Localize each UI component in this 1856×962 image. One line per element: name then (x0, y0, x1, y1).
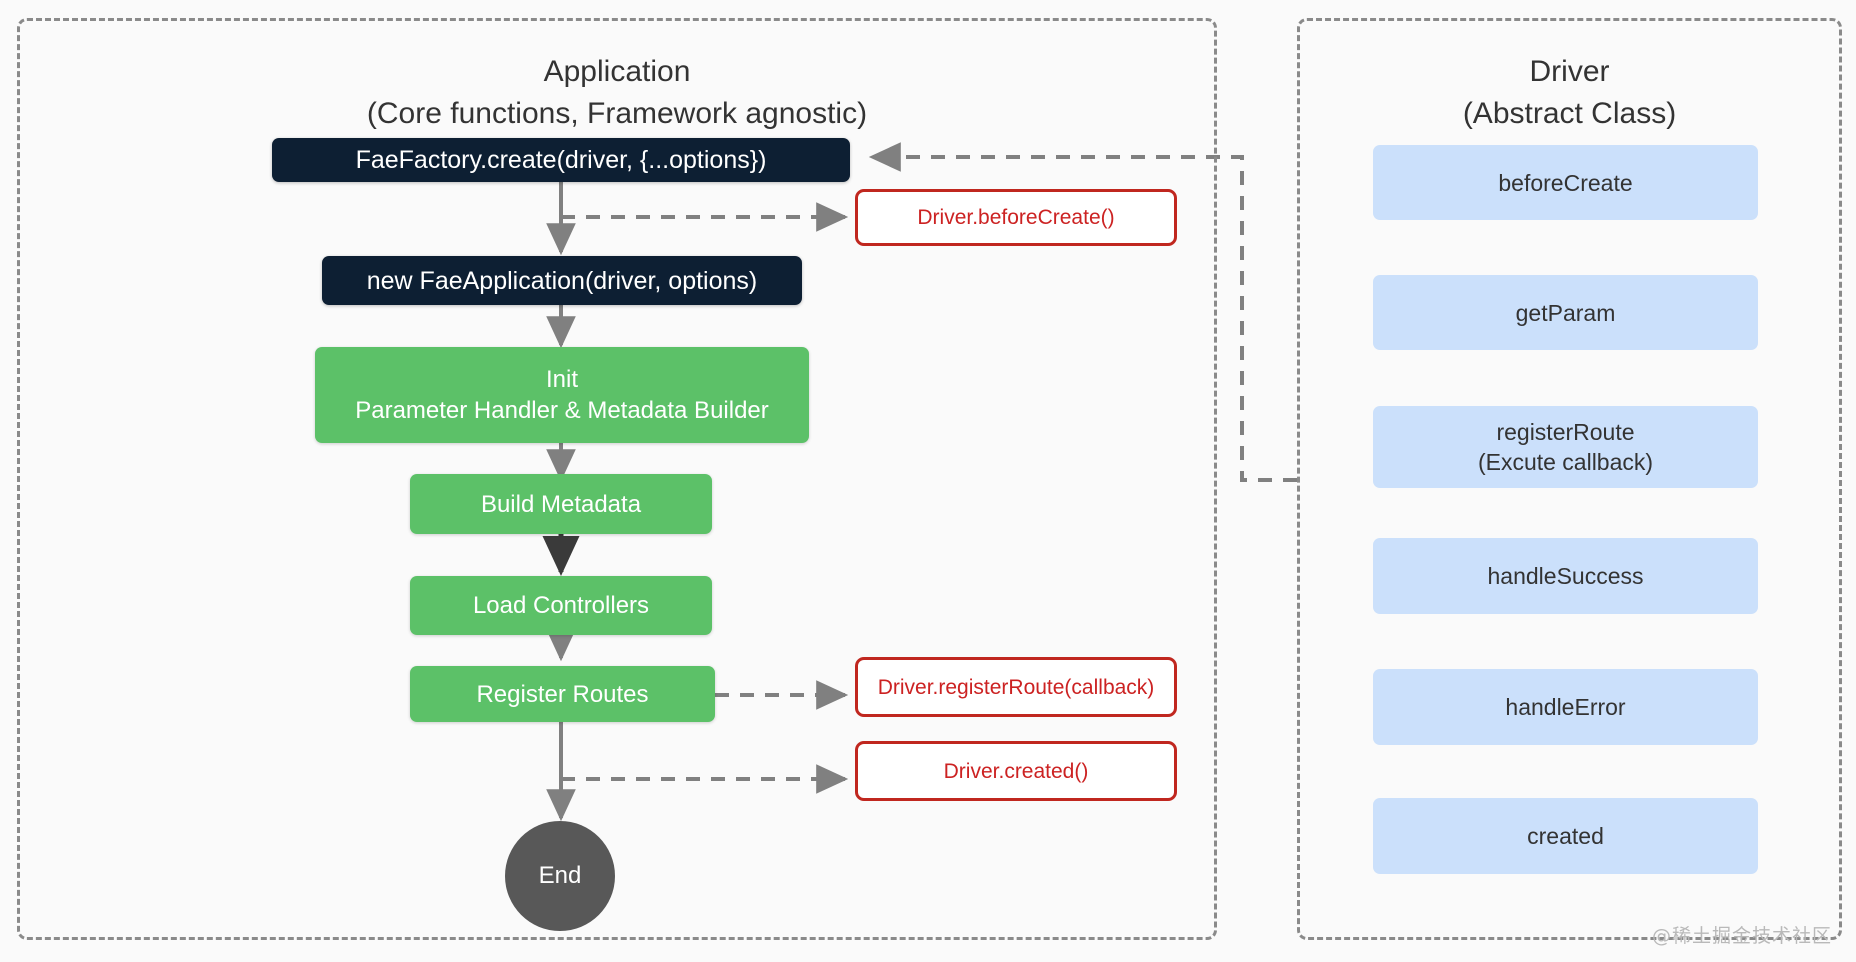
panel-application-title: Application (Core functions, Framework a… (366, 55, 868, 130)
driver-method-handle-error[interactable]: handleError (1373, 669, 1758, 745)
diagram-root: Application (Core functions, Framework a… (0, 0, 1856, 962)
node-build-metadata[interactable]: Build Metadata (410, 474, 712, 534)
callout-driver-before-create[interactable]: Driver.beforeCreate() (855, 189, 1177, 246)
callout-driver-created[interactable]: Driver.created() (855, 741, 1177, 801)
node-fae-factory-create[interactable]: FaeFactory.create(driver, {...options}) (272, 138, 850, 182)
node-init-parameter-handler[interactable]: Init Parameter Handler & Metadata Builde… (315, 347, 809, 443)
driver-method-register-route[interactable]: registerRoute (Excute callback) (1373, 406, 1758, 488)
node-end[interactable]: End (505, 821, 615, 931)
callout-driver-register-route[interactable]: Driver.registerRoute(callback) (855, 657, 1177, 717)
watermark: @稀土掘金技术社区 (1651, 925, 1832, 947)
driver-method-before-create[interactable]: beforeCreate (1373, 145, 1758, 220)
node-new-fae-application[interactable]: new FaeApplication(driver, options) (322, 256, 802, 305)
node-register-routes[interactable]: Register Routes (410, 666, 715, 722)
node-load-controllers[interactable]: Load Controllers (410, 576, 712, 635)
driver-method-handle-success[interactable]: handleSuccess (1373, 538, 1758, 614)
driver-method-get-param[interactable]: getParam (1373, 275, 1758, 350)
driver-method-created[interactable]: created (1373, 798, 1758, 874)
panel-driver-title: Driver (Abstract Class) (1462, 55, 1677, 130)
